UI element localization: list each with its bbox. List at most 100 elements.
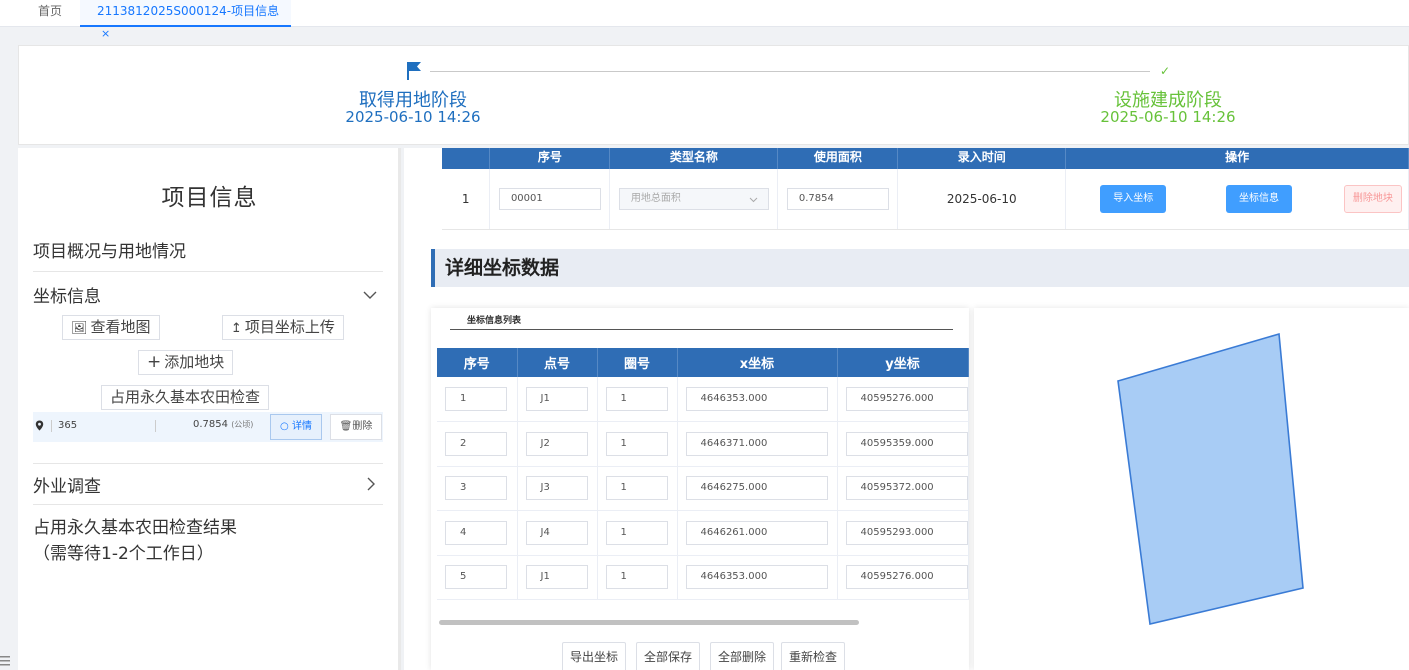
view-map-label: 查看地图 — [90, 318, 151, 336]
table-row: 3 J3 1 4646275.000 40595372.000 — [437, 466, 969, 511]
cell: 1 — [597, 377, 678, 422]
cell: J2 — [517, 421, 598, 467]
column-header: 类型名称 — [609, 148, 779, 169]
table-header-row: 序号 点号 圈号 x坐标 y坐标 — [437, 348, 969, 377]
chevron-down-icon — [749, 197, 758, 202]
table-row: 1 00001 用地总面积 0.7854 2025-06-10 导入坐标 坐标信… — [442, 169, 1409, 230]
point-input[interactable]: J2 — [525, 431, 588, 456]
save-all-button[interactable]: 全部保存 — [636, 642, 701, 670]
divider — [33, 463, 383, 464]
menu-field-survey[interactable]: 外业调查 — [33, 472, 383, 497]
date-cell: 2025-06-10 — [897, 169, 1067, 230]
ring-input[interactable]: 1 — [605, 476, 668, 501]
menu-overview[interactable]: 项目概况与用地情况 — [33, 237, 383, 262]
divider — [33, 271, 383, 272]
plot-area-value: 0.7854 — [193, 419, 228, 430]
table-header-row: 序号 类型名称 使用面积 录入时间 操作 — [442, 148, 1409, 169]
y-input[interactable]: 40595276.000 — [845, 387, 968, 411]
x-input[interactable]: 4646275.000 — [685, 476, 828, 501]
flag-icon — [407, 62, 421, 80]
delete-all-button[interactable]: 全部删除 — [710, 642, 775, 670]
chevron-right-icon — [367, 477, 375, 491]
ring-input[interactable]: 1 — [605, 387, 668, 411]
upload-coord-button[interactable]: ↥ 项目坐标上传 — [222, 315, 344, 340]
map-canvas[interactable] — [974, 308, 1409, 670]
recheck-button[interactable]: 重新检查 — [781, 642, 846, 670]
plot-area-unit: (公顷) — [231, 420, 254, 429]
point-input[interactable]: J1 — [525, 565, 588, 590]
cell: 4 — [437, 510, 518, 556]
cell: 1 — [597, 555, 678, 600]
upload-icon: ↥ — [231, 321, 242, 336]
import-coord-button[interactable]: 导入坐标 — [1100, 184, 1167, 213]
ring-input[interactable]: 1 — [605, 431, 668, 456]
cell: 40595359.000 — [837, 421, 969, 467]
index-input[interactable]: 5 — [445, 565, 507, 590]
table-row: 2 J2 1 4646371.000 40595359.000 — [437, 421, 969, 467]
farmland-check-button[interactable]: 占用永久基本农田检查 — [101, 385, 270, 410]
y-input[interactable]: 40595359.000 — [845, 431, 968, 456]
map-preview-card — [974, 308, 1409, 670]
cell: 3 — [437, 466, 518, 511]
tab-project-info[interactable]: 2113812025S000124-项目信息 × — [80, 0, 291, 40]
cell: 4646353.000 — [677, 377, 838, 422]
plot-detail-button[interactable]: ○ 详情 — [270, 414, 322, 440]
column-header: 序号 — [437, 348, 518, 377]
area-input[interactable]: 0.7854 — [786, 187, 889, 210]
point-input[interactable]: J4 — [525, 520, 588, 545]
cell: 4646371.000 — [677, 421, 838, 467]
cell: 40595293.000 — [837, 510, 969, 556]
index-input[interactable]: 3 — [445, 476, 507, 501]
serial-input[interactable]: 00001 — [498, 187, 601, 210]
tab-project-info-label: 2113812025S000124-项目信息 — [97, 4, 280, 18]
coord-info-button[interactable]: 坐标信息 — [1226, 184, 1293, 213]
column-header: 点号 — [517, 348, 598, 377]
delete-plot-button[interactable]: 删除地块 — [1343, 184, 1402, 213]
plot-delete-button[interactable]: 🗑删除 — [330, 414, 382, 440]
ring-input[interactable]: 1 — [605, 565, 668, 590]
x-input[interactable]: 4646353.000 — [685, 387, 828, 411]
cell: 1 — [597, 466, 678, 511]
plot-list-item[interactable]: 365 0.7854 (公顷) ○ 详情 🗑删除 — [33, 412, 383, 442]
search-icon: ○ — [280, 421, 289, 432]
plot-detail-label: 详情 — [291, 421, 312, 432]
type-select-value: 用地总面积 — [630, 192, 681, 204]
column-header: 操作 — [1065, 148, 1409, 169]
x-input[interactable]: 4646261.000 — [685, 520, 828, 545]
ring-input[interactable]: 1 — [605, 520, 668, 545]
column-header: 圈号 — [597, 348, 678, 377]
coord-list-card: 坐标信息列表 序号 点号 圈号 x坐标 y坐标 1 J1 1 4646353.0… — [431, 308, 969, 670]
x-input[interactable]: 4646353.000 — [685, 565, 828, 590]
tab-close-icon[interactable]: × — [101, 27, 110, 40]
point-input[interactable]: J3 — [525, 476, 588, 501]
point-input[interactable]: J1 — [525, 387, 588, 411]
menu-coord-info[interactable]: 坐标信息 — [33, 282, 383, 307]
left-panel: 项目信息 项目概况与用地情况 坐标信息 🖼 查看地图 ↥ 项目坐标上传 + 添加地块 … — [18, 148, 401, 670]
table-row: 1 J1 1 4646353.000 40595276.000 — [437, 377, 969, 422]
menu-icon[interactable] — [0, 655, 12, 667]
export-coord-button[interactable]: 导出坐标 — [562, 642, 627, 670]
index-input[interactable]: 4 — [445, 520, 507, 545]
x-input[interactable]: 4646371.000 — [685, 431, 828, 456]
index-input[interactable]: 1 — [445, 387, 507, 411]
farmland-check-result-title: 占用永久基本农田检查结果 — [33, 518, 237, 538]
cell: J1 — [517, 377, 598, 422]
tab-home[interactable]: 首页 — [28, 0, 72, 27]
add-plot-button[interactable]: + 添加地块 — [138, 350, 234, 375]
main-content: 序号 类型名称 使用面积 录入时间 操作 1 00001 用地总面积 0.785… — [404, 148, 1409, 670]
y-input[interactable]: 40595293.000 — [845, 520, 968, 545]
cell: J3 — [517, 466, 598, 511]
section-title: 详细坐标数据 — [431, 249, 1409, 287]
y-input[interactable]: 40595276.000 — [845, 565, 968, 590]
type-cell: 用地总面积 — [609, 169, 779, 230]
view-map-button[interactable]: 🖼 查看地图 — [62, 315, 160, 340]
index-input[interactable]: 2 — [445, 431, 507, 456]
horizontal-scrollbar[interactable] — [439, 620, 859, 625]
divider — [33, 504, 383, 505]
column-header: 使用面积 — [777, 148, 899, 169]
type-select[interactable]: 用地总面积 — [618, 187, 769, 210]
divider — [450, 329, 953, 330]
chevron-down-icon — [363, 291, 377, 299]
y-input[interactable]: 40595372.000 — [845, 476, 968, 501]
divider — [51, 420, 52, 432]
